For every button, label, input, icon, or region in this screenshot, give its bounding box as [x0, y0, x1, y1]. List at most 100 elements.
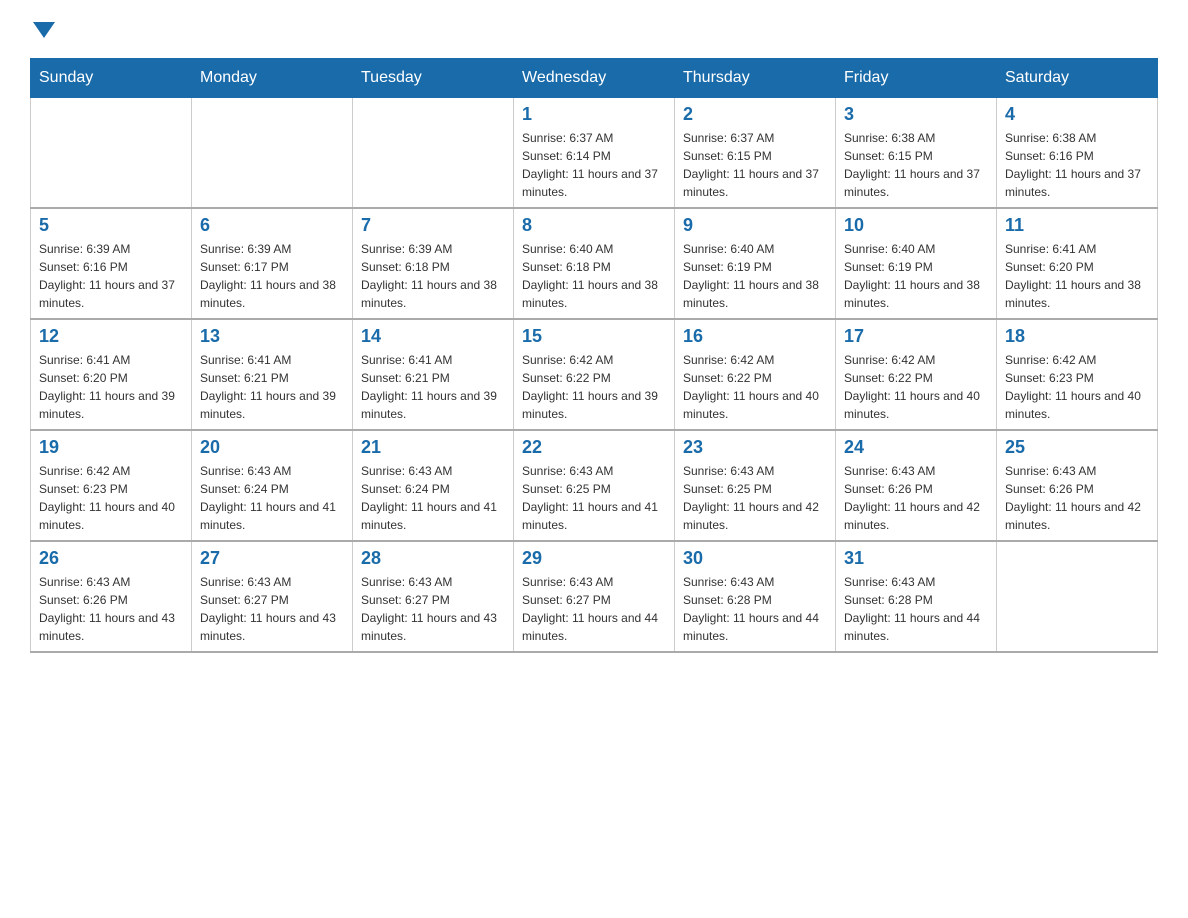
calendar-cell: 29 Sunrise: 6:43 AM Sunset: 6:27 PM Dayli… [514, 541, 675, 652]
calendar-cell [192, 98, 353, 209]
day-number: 5 [39, 215, 183, 236]
day-number: 26 [39, 548, 183, 569]
day-number: 9 [683, 215, 827, 236]
calendar-week-3: 12Sunrise: 6:41 AM Sunset: 6:20 PM Dayli… [31, 319, 1158, 430]
weekday-header-sunday: Sunday [31, 59, 192, 98]
calendar-week-2: 5 Sunrise: 6:39 AM Sunset: 6:16 PM Daylig… [31, 208, 1158, 319]
day-number: 27 [200, 548, 344, 569]
day-number: 18 [1005, 326, 1149, 347]
day-info: Sunrise: 6:37 AM Sunset: 6:14 PM Dayligh… [522, 129, 666, 201]
day-info: Sunrise: 6:41 AM Sunset: 6:20 PM Dayligh… [39, 351, 183, 423]
day-info: Sunrise: 6:38 AM Sunset: 6:15 PM Dayligh… [844, 129, 988, 201]
page-header [30, 20, 1158, 38]
day-number: 15 [522, 326, 666, 347]
day-number: 10 [844, 215, 988, 236]
calendar-cell: 6 Sunrise: 6:39 AM Sunset: 6:17 PM Daylig… [192, 208, 353, 319]
day-info: Sunrise: 6:39 AM Sunset: 6:16 PM Dayligh… [39, 240, 183, 312]
day-number: 14 [361, 326, 505, 347]
calendar-cell: 16 Sunrise: 6:42 AM Sunset: 6:22 PM Dayli… [675, 319, 836, 430]
day-number: 4 [1005, 104, 1149, 125]
day-info: Sunrise: 6:41 AM Sunset: 6:21 PM Dayligh… [361, 351, 505, 423]
day-number: 1 [522, 104, 666, 125]
day-info: Sunrise: 6:43 AM Sunset: 6:27 PM Dayligh… [200, 573, 344, 645]
calendar-cell: 21 Sunrise: 6:43 AM Sunset: 6:24 PM Dayli… [353, 430, 514, 541]
day-number: 28 [361, 548, 505, 569]
day-number: 2 [683, 104, 827, 125]
day-info: Sunrise: 6:39 AM Sunset: 6:17 PM Dayligh… [200, 240, 344, 312]
day-info: Sunrise: 6:43 AM Sunset: 6:28 PM Dayligh… [683, 573, 827, 645]
calendar-cell: 14 Sunrise: 6:41 AM Sunset: 6:21 PM Dayli… [353, 319, 514, 430]
day-info: Sunrise: 6:43 AM Sunset: 6:25 PM Dayligh… [522, 462, 666, 534]
day-info: Sunrise: 6:40 AM Sunset: 6:18 PM Dayligh… [522, 240, 666, 312]
day-info: Sunrise: 6:42 AM Sunset: 6:22 PM Dayligh… [683, 351, 827, 423]
day-info: Sunrise: 6:43 AM Sunset: 6:26 PM Dayligh… [1005, 462, 1149, 534]
calendar-week-1: 1 Sunrise: 6:37 AM Sunset: 6:14 PM Daylig… [31, 98, 1158, 209]
calendar-cell: 9 Sunrise: 6:40 AM Sunset: 6:19 PM Daylig… [675, 208, 836, 319]
calendar-cell: 30 Sunrise: 6:43 AM Sunset: 6:28 PM Dayli… [675, 541, 836, 652]
calendar-week-5: 26 Sunrise: 6:43 AM Sunset: 6:26 PM Dayli… [31, 541, 1158, 652]
calendar-cell: 11 Sunrise: 6:41 AM Sunset: 6:20 PM Dayli… [997, 208, 1158, 319]
calendar-header: SundayMondayTuesdayWednesdayThursdayFrid… [31, 59, 1158, 98]
logo [30, 20, 55, 38]
calendar-cell: 10 Sunrise: 6:40 AM Sunset: 6:19 PM Dayli… [836, 208, 997, 319]
calendar-cell: 27 Sunrise: 6:43 AM Sunset: 6:27 PM Dayli… [192, 541, 353, 652]
day-number: 16 [683, 326, 827, 347]
day-number: 17 [844, 326, 988, 347]
day-info: Sunrise: 6:42 AM Sunset: 6:23 PM Dayligh… [1005, 351, 1149, 423]
calendar-cell: 8 Sunrise: 6:40 AM Sunset: 6:18 PM Daylig… [514, 208, 675, 319]
calendar-cell: 28Sunrise: 6:43 AM Sunset: 6:27 PM Dayli… [353, 541, 514, 652]
weekday-header-monday: Monday [192, 59, 353, 98]
day-info: Sunrise: 6:41 AM Sunset: 6:21 PM Dayligh… [200, 351, 344, 423]
day-info: Sunrise: 6:40 AM Sunset: 6:19 PM Dayligh… [683, 240, 827, 312]
calendar-cell: 22 Sunrise: 6:43 AM Sunset: 6:25 PM Dayli… [514, 430, 675, 541]
calendar-cell: 12Sunrise: 6:41 AM Sunset: 6:20 PM Dayli… [31, 319, 192, 430]
weekday-header-saturday: Saturday [997, 59, 1158, 98]
day-info: Sunrise: 6:42 AM Sunset: 6:23 PM Dayligh… [39, 462, 183, 534]
day-number: 7 [361, 215, 505, 236]
day-info: Sunrise: 6:40 AM Sunset: 6:19 PM Dayligh… [844, 240, 988, 312]
calendar-cell: 17Sunrise: 6:42 AM Sunset: 6:22 PM Dayli… [836, 319, 997, 430]
day-number: 6 [200, 215, 344, 236]
day-number: 31 [844, 548, 988, 569]
calendar-cell: 23Sunrise: 6:43 AM Sunset: 6:25 PM Dayli… [675, 430, 836, 541]
day-info: Sunrise: 6:43 AM Sunset: 6:28 PM Dayligh… [844, 573, 988, 645]
day-number: 21 [361, 437, 505, 458]
day-number: 20 [200, 437, 344, 458]
calendar-cell: 3Sunrise: 6:38 AM Sunset: 6:15 PM Daylig… [836, 98, 997, 209]
calendar-cell: 15 Sunrise: 6:42 AM Sunset: 6:22 PM Dayli… [514, 319, 675, 430]
calendar-cell: 20 Sunrise: 6:43 AM Sunset: 6:24 PM Dayli… [192, 430, 353, 541]
weekday-header-tuesday: Tuesday [353, 59, 514, 98]
day-number: 29 [522, 548, 666, 569]
day-info: Sunrise: 6:43 AM Sunset: 6:25 PM Dayligh… [683, 462, 827, 534]
calendar-cell [353, 98, 514, 209]
day-number: 22 [522, 437, 666, 458]
day-info: Sunrise: 6:41 AM Sunset: 6:20 PM Dayligh… [1005, 240, 1149, 312]
day-info: Sunrise: 6:43 AM Sunset: 6:26 PM Dayligh… [844, 462, 988, 534]
weekday-header-thursday: Thursday [675, 59, 836, 98]
calendar-cell [31, 98, 192, 209]
day-info: Sunrise: 6:43 AM Sunset: 6:24 PM Dayligh… [361, 462, 505, 534]
day-info: Sunrise: 6:38 AM Sunset: 6:16 PM Dayligh… [1005, 129, 1149, 201]
day-number: 8 [522, 215, 666, 236]
day-info: Sunrise: 6:42 AM Sunset: 6:22 PM Dayligh… [522, 351, 666, 423]
day-number: 30 [683, 548, 827, 569]
calendar-table: SundayMondayTuesdayWednesdayThursdayFrid… [30, 58, 1158, 653]
day-info: Sunrise: 6:43 AM Sunset: 6:27 PM Dayligh… [522, 573, 666, 645]
calendar-cell: 4 Sunrise: 6:38 AM Sunset: 6:16 PM Daylig… [997, 98, 1158, 209]
weekday-header-friday: Friday [836, 59, 997, 98]
calendar-cell: 31 Sunrise: 6:43 AM Sunset: 6:28 PM Dayli… [836, 541, 997, 652]
day-info: Sunrise: 6:37 AM Sunset: 6:15 PM Dayligh… [683, 129, 827, 201]
calendar-cell: 18 Sunrise: 6:42 AM Sunset: 6:23 PM Dayli… [997, 319, 1158, 430]
day-number: 11 [1005, 215, 1149, 236]
day-info: Sunrise: 6:43 AM Sunset: 6:24 PM Dayligh… [200, 462, 344, 534]
day-number: 13 [200, 326, 344, 347]
calendar-cell: 7Sunrise: 6:39 AM Sunset: 6:18 PM Daylig… [353, 208, 514, 319]
calendar-cell: 25Sunrise: 6:43 AM Sunset: 6:26 PM Dayli… [997, 430, 1158, 541]
calendar-cell: 5 Sunrise: 6:39 AM Sunset: 6:16 PM Daylig… [31, 208, 192, 319]
calendar-cell: 24 Sunrise: 6:43 AM Sunset: 6:26 PM Dayli… [836, 430, 997, 541]
weekday-header-wednesday: Wednesday [514, 59, 675, 98]
day-info: Sunrise: 6:43 AM Sunset: 6:26 PM Dayligh… [39, 573, 183, 645]
calendar-cell [997, 541, 1158, 652]
day-number: 24 [844, 437, 988, 458]
calendar-cell: 1 Sunrise: 6:37 AM Sunset: 6:14 PM Daylig… [514, 98, 675, 209]
